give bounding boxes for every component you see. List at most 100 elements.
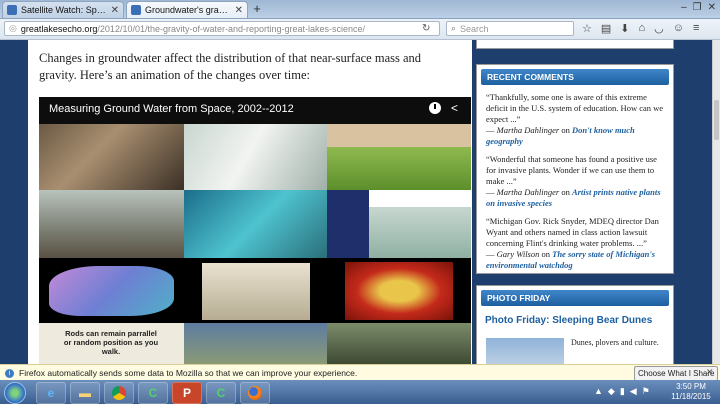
watch-later-icon[interactable] — [429, 102, 441, 114]
search-placeholder: Search — [460, 23, 489, 34]
notification-bar: i Firefox automatically sends some data … — [0, 364, 720, 381]
toolbar-icons: ☆ ▤ ⬇ ⌂ ◡ ☺ ≡ — [582, 22, 699, 35]
comment-on: on — [559, 187, 572, 197]
comment-quote: “Thankfully, some one is aware of this e… — [486, 92, 664, 124]
page-content: Changes in groundwater affect the distri… — [0, 40, 712, 364]
comment-quote: “Michigan Gov. Rick Snyder, MDEQ directo… — [486, 216, 659, 248]
url-domain: greatlakesecho.org — [20, 23, 98, 34]
info-icon: i — [5, 368, 14, 378]
scrollbar-thumb[interactable] — [714, 100, 719, 140]
video-player[interactable]: Rods can remain parrallel or random posi… — [39, 97, 471, 364]
new-tab-button[interactable]: + — [250, 2, 264, 16]
thumbnail-lab-equipment — [39, 124, 184, 190]
network-icon[interactable]: ▮ — [620, 386, 625, 397]
comment-item: “Wonderful that someone has found a posi… — [486, 154, 665, 209]
start-button[interactable] — [4, 382, 26, 404]
clock-time: 3:50 PM — [676, 382, 706, 391]
photo-friday-image[interactable] — [486, 338, 564, 364]
flag-icon[interactable]: ⚑ — [642, 386, 650, 397]
comment-dash: — — [486, 249, 497, 259]
thumbnail-instrument-case — [184, 258, 327, 323]
site-favicon-icon — [131, 5, 141, 15]
comment-item: “Michigan Gov. Rick Snyder, MDEQ directo… — [486, 216, 665, 271]
recent-comments-heading: RECENT COMMENTS — [481, 69, 669, 85]
sidebar: RECENT COMMENTS “Thankfully, some one is… — [476, 40, 674, 364]
comment-dash: — — [486, 125, 497, 135]
comment-author: Martha Dahlinger — [496, 187, 560, 197]
window-controls: – ❐ ✕ — [681, 2, 716, 13]
globe-icon: ◎ — [9, 23, 17, 33]
comment-item: “Thankfully, some one is aware of this e… — [486, 92, 665, 147]
home-icon[interactable]: ⌂ — [639, 22, 646, 35]
thumbnail-survey-tower — [39, 190, 184, 258]
volume-icon[interactable]: ◀ — [630, 386, 637, 397]
notification-text: Firefox automatically sends some data to… — [19, 368, 358, 378]
sidebar-box-top — [476, 40, 674, 49]
thumbnail-corn — [327, 258, 471, 323]
vertical-scrollbar[interactable] — [712, 40, 720, 364]
comment-author: Martha Dahlinger — [496, 125, 560, 135]
close-tab-icon[interactable]: ✕ — [235, 5, 243, 16]
tab-title: Satellite Watch: Spring cha... — [21, 5, 108, 15]
recent-comments-widget: RECENT COMMENTS “Thankfully, some one is… — [476, 64, 674, 274]
thumbnail-caption: Rods can remain parrallel or random posi… — [63, 329, 159, 356]
photo-friday-heading: PHOTO FRIDAY — [481, 290, 669, 306]
acrobat-icon[interactable]: ◆ — [608, 386, 615, 397]
thumbnail-landscape — [327, 323, 471, 364]
thumbnail-satellite-map — [184, 323, 327, 364]
taskbar: e ▬ C P C ▲ ◆ ▮ ◀ ⚑ 3:50 PM 11/18/2015 — [0, 380, 720, 404]
bookmarks-menu-icon[interactable]: ▤ — [601, 22, 611, 35]
thumbnail-aquifer-diagram — [369, 190, 471, 258]
photo-friday-description: Dunes, plovers and culture. — [571, 338, 659, 347]
share-icon[interactable]: < — [451, 101, 458, 115]
powerpoint-icon[interactable]: P — [172, 382, 202, 404]
bookmark-star-icon[interactable]: ☆ — [582, 22, 592, 35]
taskbar-clock[interactable]: 3:50 PM 11/18/2015 — [666, 382, 716, 402]
thumbnail-field — [327, 124, 471, 190]
thumbnail-interpreter — [327, 190, 369, 258]
close-notification-icon[interactable]: ✕ — [706, 367, 714, 378]
internet-explorer-icon[interactable]: e — [36, 382, 66, 404]
thumbnail-hands — [184, 124, 327, 190]
pocket-icon[interactable]: ◡ — [654, 22, 664, 35]
system-tray: ▲ ◆ ▮ ◀ ⚑ — [594, 386, 650, 397]
comment-on: on — [559, 125, 572, 135]
smiley-icon[interactable]: ☺ — [673, 22, 684, 35]
thumbnail-water-globe — [184, 190, 327, 258]
tab-title: Groundwater's gravity and ... — [145, 5, 232, 15]
chrome-icon[interactable] — [104, 382, 134, 404]
url-path: /2012/10/01/the-gravity-of-water-and-rep… — [97, 23, 366, 34]
site-favicon-icon — [7, 5, 17, 15]
menu-icon[interactable]: ≡ — [693, 22, 699, 35]
clock-date: 11/18/2015 — [671, 392, 711, 401]
article-column: Changes in groundwater affect the distri… — [28, 40, 472, 364]
search-input[interactable]: ⌕ Search — [446, 21, 574, 36]
article-intro: Changes in groundwater affect the distri… — [39, 51, 422, 82]
video-title[interactable]: Measuring Ground Water from Space, 2002-… — [49, 103, 294, 115]
comment-quote: “Wonderful that someone has found a posi… — [486, 154, 657, 186]
tab-strip: Satellite Watch: Spring cha... ✕ Groundw… — [0, 0, 720, 19]
tab-satellite-watch[interactable]: Satellite Watch: Spring cha... ✕ — [2, 1, 124, 18]
thumbnail-dowsing-text: Rods can remain parrallel or random posi… — [39, 323, 184, 364]
navigation-bar: ◎ greatlakesecho.org/2012/10/01/the-grav… — [0, 19, 720, 40]
tab-groundwater[interactable]: Groundwater's gravity and ... ✕ — [126, 1, 248, 18]
reload-icon[interactable]: ↻ — [422, 23, 430, 34]
tray-arrow-icon[interactable]: ▲ — [594, 386, 603, 397]
comment-on: on — [539, 249, 553, 259]
search-icon: ⌕ — [451, 23, 457, 33]
comment-author: Gary Wilson — [496, 249, 540, 259]
camtasia-recorder-icon[interactable]: C — [206, 382, 236, 404]
photo-friday-post-link[interactable]: Photo Friday: Sleeping Bear Dunes — [485, 315, 673, 326]
download-icon[interactable]: ⬇ — [620, 22, 629, 35]
camtasia-icon[interactable]: C — [138, 382, 168, 404]
close-tab-icon[interactable]: ✕ — [111, 5, 119, 16]
photo-friday-widget: PHOTO FRIDAY Photo Friday: Sleeping Bear… — [476, 285, 674, 364]
minimize-icon[interactable]: – — [681, 2, 687, 13]
file-explorer-icon[interactable]: ▬ — [70, 382, 100, 404]
comment-dash: — — [486, 187, 497, 197]
thumbnail-aquifer-map — [39, 258, 184, 323]
url-bar[interactable]: ◎ greatlakesecho.org/2012/10/01/the-grav… — [4, 21, 440, 36]
restore-icon[interactable]: ❐ — [693, 2, 702, 13]
close-window-icon[interactable]: ✕ — [708, 2, 716, 13]
firefox-icon[interactable] — [240, 382, 270, 404]
